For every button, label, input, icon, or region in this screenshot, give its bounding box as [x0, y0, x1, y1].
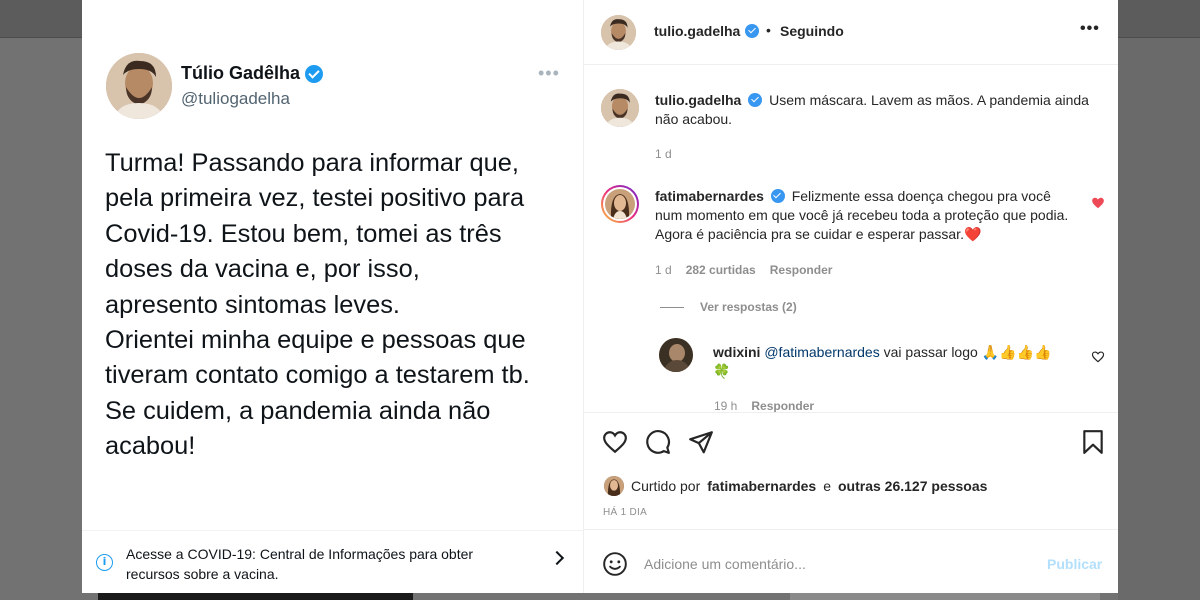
reply-username[interactable]: wdixini — [713, 344, 760, 360]
tweet-author-label: Túlio Gadêlha — [181, 63, 301, 83]
caption-time[interactable]: 1 d — [655, 147, 672, 161]
caption-meta: 1 d — [655, 147, 672, 161]
covid-info-banner: i Acesse a COVID-19: Central de Informaç… — [82, 530, 583, 593]
liker-avatar[interactable] — [604, 476, 624, 496]
comment-body: fatimabernardes Felizmente essa doença c… — [655, 187, 1071, 244]
tweet-handle: @tuliogadelha — [181, 89, 290, 108]
reply-meta: 19 h Responder — [714, 399, 814, 412]
avatar[interactable] — [601, 15, 636, 50]
comment-username[interactable]: fatimabernardes — [655, 188, 764, 204]
verified-icon — [305, 64, 324, 83]
reply-mention[interactable]: @fatimabernardes — [764, 344, 879, 360]
view-replies-label[interactable]: Ver respostas (2) — [700, 300, 797, 314]
reply-body: wdixini @fatimabernardes vai passar logo… — [713, 343, 1088, 381]
verified-icon — [745, 24, 760, 38]
comment-input[interactable] — [644, 549, 1024, 579]
reply-time[interactable]: 19 h — [714, 399, 737, 412]
post-username-label[interactable]: tulio.gadelha — [654, 23, 740, 39]
comment-meta: 1 d 282 curtidas Responder — [655, 263, 832, 277]
chevron-right-icon — [549, 550, 565, 566]
post-sidebar: tulio.gadelha • Seguindo ••• tulio.gadel… — [584, 0, 1118, 593]
like-heart-icon[interactable] — [602, 429, 628, 455]
heart-emoji: ❤️ — [963, 226, 982, 242]
reply-text: vai passar logo — [883, 344, 978, 360]
likes-summary: Curtido por fatimabernardes e outras 26.… — [604, 476, 987, 496]
caption: tulio.gadelha Usem máscara. Lavem as mão… — [655, 91, 1095, 129]
add-comment-bar: Publicar — [584, 529, 1118, 593]
tweet-author-name: Túlio Gadêlha — [181, 63, 324, 84]
post-image: Túlio Gadêlha @tuliogadelha ••• Turma! P… — [82, 0, 584, 593]
more-options-icon[interactable]: ••• — [1080, 20, 1100, 38]
caption-username[interactable]: tulio.gadelha — [655, 92, 741, 108]
emoji-icon[interactable] — [602, 551, 628, 577]
like-heart-icon[interactable] — [1091, 350, 1105, 364]
comment-avatar[interactable] — [601, 185, 639, 223]
tweet-text: Turma! Passando para informar que, pela … — [105, 149, 530, 461]
post-modal: Túlio Gadêlha @tuliogadelha ••• Turma! P… — [82, 0, 1118, 593]
caption-avatar[interactable] — [601, 89, 639, 127]
comment-reply-button[interactable]: Responder — [770, 263, 833, 277]
reply-emojis: 🙏👍👍👍 — [981, 344, 1052, 360]
comments-section[interactable]: tulio.gadelha Usem máscara. Lavem as mão… — [584, 66, 1118, 412]
clover-emoji: 🍀 — [713, 363, 731, 379]
likes-count[interactable]: outras 26.127 pessoas — [838, 478, 987, 494]
share-icon[interactable] — [688, 429, 714, 455]
covid-info-text: Acesse a COVID-19: Central de Informaçõe… — [126, 546, 474, 582]
tweet-avatar — [106, 53, 172, 119]
view-replies-button[interactable]: Ver respostas (2) — [660, 300, 797, 314]
verified-icon — [748, 93, 763, 107]
verified-icon — [770, 189, 785, 203]
reply-reply-button[interactable]: Responder — [751, 399, 814, 412]
post-timestamp[interactable]: HÁ 1 DIA — [603, 507, 647, 518]
info-icon: i — [96, 554, 113, 571]
comment-likes[interactable]: 282 curtidas — [686, 263, 756, 277]
publish-button[interactable]: Publicar — [1047, 556, 1102, 572]
likes-middle: e — [823, 478, 831, 494]
liked-heart-icon[interactable] — [1091, 196, 1105, 210]
action-bar: Curtido por fatimabernardes e outras 26.… — [584, 412, 1118, 529]
reply-avatar[interactable] — [659, 338, 693, 372]
comment-time[interactable]: 1 d — [655, 263, 672, 277]
tweet-more-icon: ••• — [538, 63, 560, 83]
following-button[interactable]: Seguindo — [780, 23, 844, 39]
separator-dot: • — [766, 22, 771, 38]
divider — [660, 306, 684, 308]
bookmark-icon[interactable] — [1080, 429, 1106, 455]
background-sidebar — [1118, 38, 1200, 600]
post-username[interactable]: tulio.gadelha — [654, 23, 760, 39]
likes-prefix: Curtido por — [631, 478, 701, 494]
liker-username[interactable]: fatimabernardes — [707, 478, 816, 494]
post-header: tulio.gadelha • Seguindo ••• — [584, 0, 1118, 65]
comment-icon[interactable] — [645, 429, 671, 455]
